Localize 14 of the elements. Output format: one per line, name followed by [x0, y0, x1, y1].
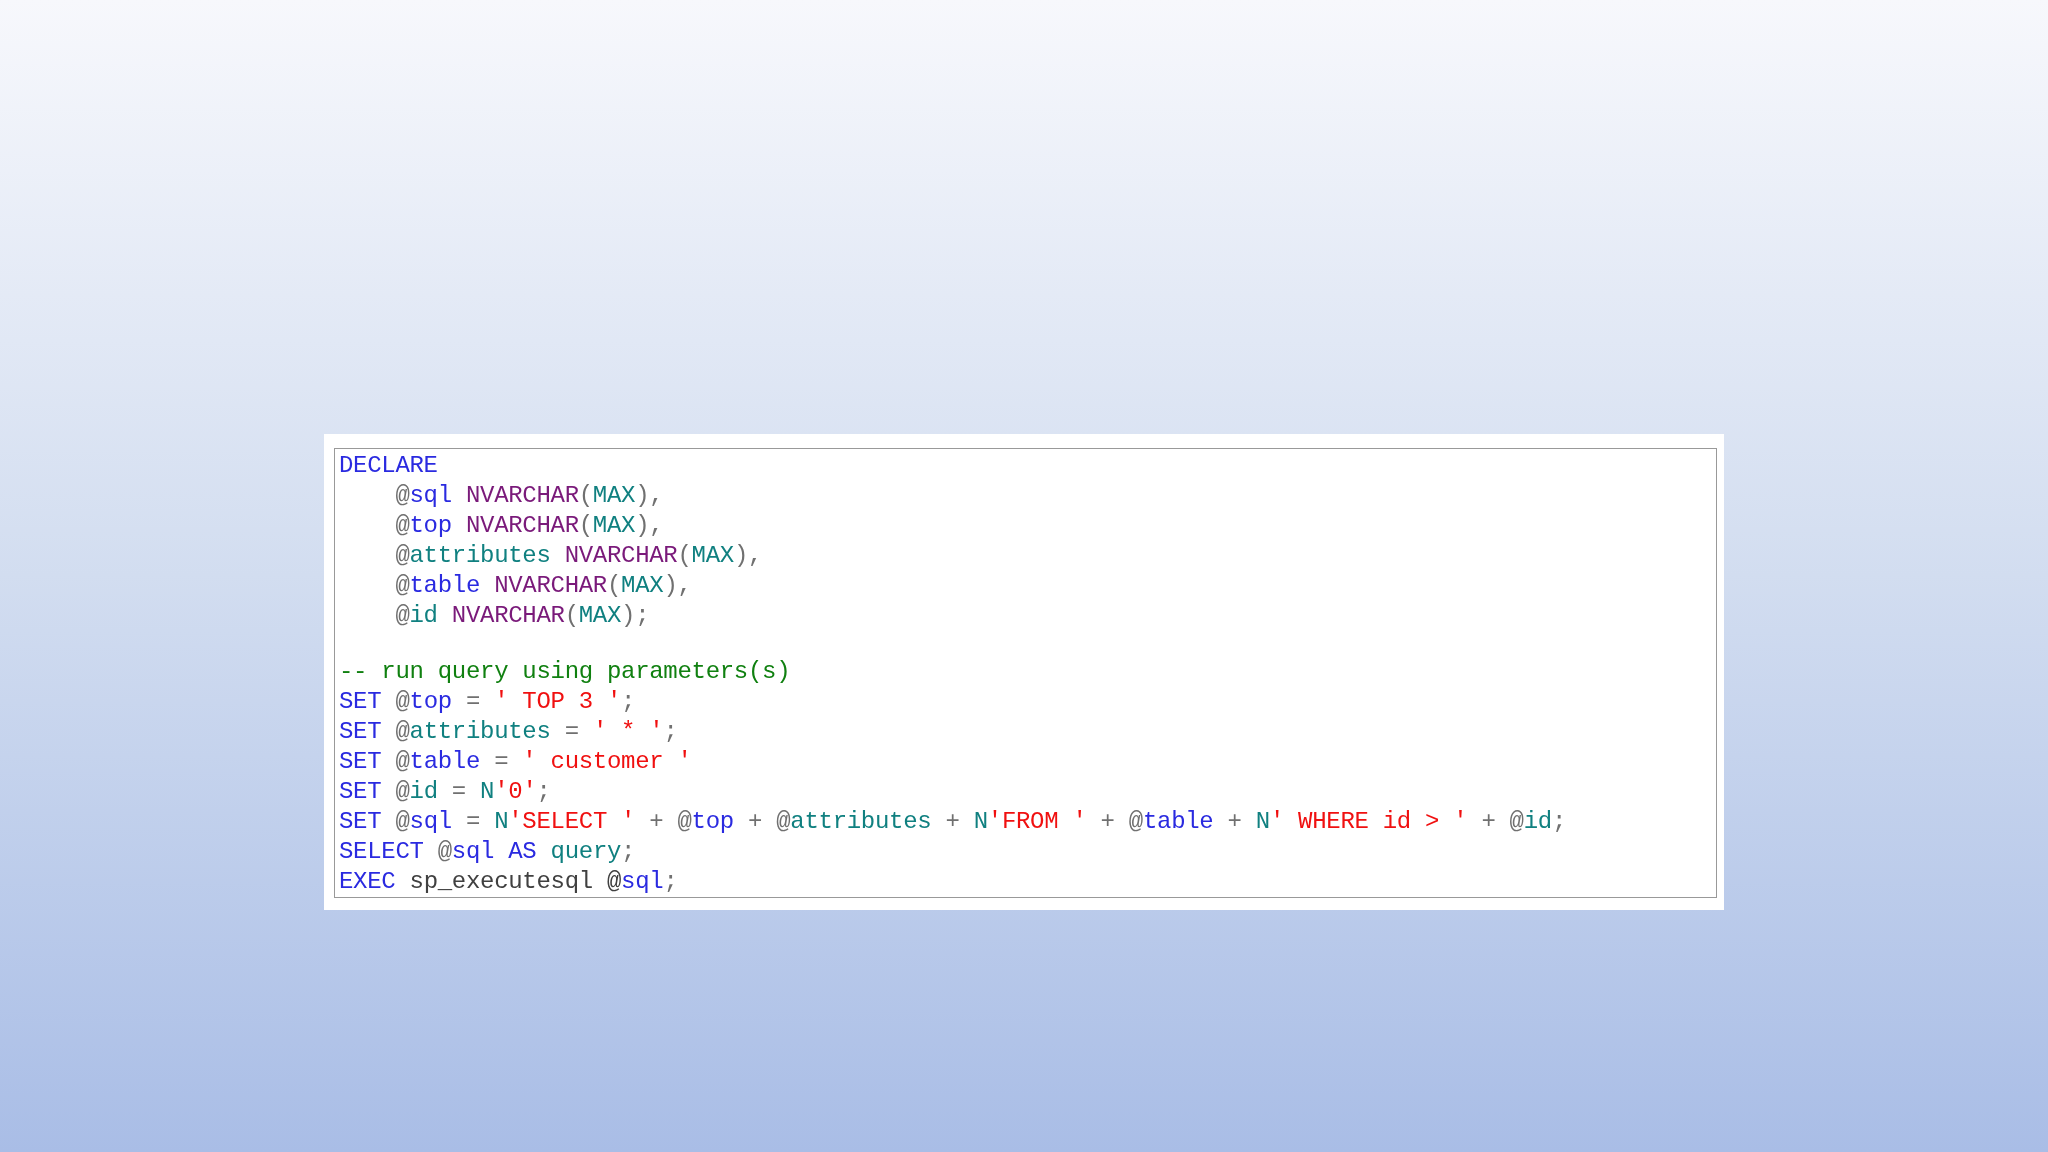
code-line: @id NVARCHAR(MAX); — [394, 601, 650, 631]
code-line: -- run query using parameters(s) — [339, 657, 791, 687]
code-line: SET @attributes = ' * '; — [339, 717, 678, 747]
code-line: SET @sql = N'SELECT ' + @top + @attributes + N'FROM ' + @table + N' WHERE id > ' + @id; — [339, 807, 1567, 837]
code-line: @top NVARCHAR(MAX), — [394, 511, 664, 541]
code-line: SELECT @sql AS query; — [339, 837, 636, 867]
code-line: SET @top = ' TOP 3 '; — [339, 687, 636, 717]
code-line: @sql NVARCHAR(MAX), — [394, 481, 664, 511]
code-line: SET @table = ' customer ' — [339, 747, 692, 777]
code-line: SET @id = N'0'; — [339, 777, 551, 807]
code-line: @table NVARCHAR(MAX), — [394, 571, 692, 601]
code-line: @attributes NVARCHAR(MAX), — [394, 541, 763, 571]
code-line: EXEC sp_executesql @sql; — [339, 867, 678, 897]
code-line: DECLARE — [339, 451, 438, 481]
